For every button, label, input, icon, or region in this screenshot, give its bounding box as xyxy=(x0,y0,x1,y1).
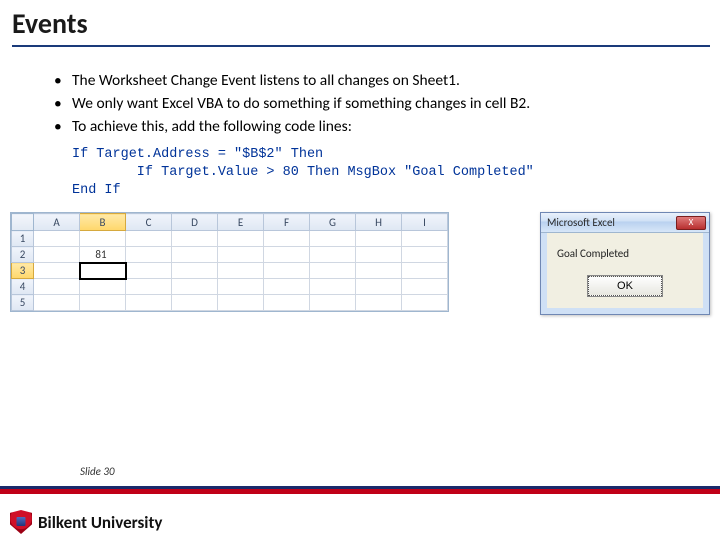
cell-a2[interactable] xyxy=(34,247,80,263)
university-name: Bilkent University xyxy=(38,512,162,533)
cell-c3[interactable] xyxy=(126,263,172,279)
bullet-item: We only want Excel VBA to do something i… xyxy=(54,94,690,115)
cell-h1[interactable] xyxy=(356,231,402,247)
cell-f1[interactable] xyxy=(264,231,310,247)
cell-c4[interactable] xyxy=(126,279,172,295)
slide-number: Slide 30 xyxy=(80,465,115,478)
cell-c2[interactable] xyxy=(126,247,172,263)
cell-a3[interactable] xyxy=(34,263,80,279)
cell-b2[interactable]: 81 xyxy=(80,247,126,263)
cell-e3[interactable] xyxy=(218,263,264,279)
cell-h5[interactable] xyxy=(356,295,402,311)
col-header-h[interactable]: H xyxy=(356,214,402,231)
logo-row: Bilkent University xyxy=(10,510,162,534)
col-header-f[interactable]: F xyxy=(264,214,310,231)
cell-g1[interactable] xyxy=(310,231,356,247)
message-box-text: Goal Completed xyxy=(557,247,693,260)
cell-e2[interactable] xyxy=(218,247,264,263)
cell-h2[interactable] xyxy=(356,247,402,263)
cell-a4[interactable] xyxy=(34,279,80,295)
cell-b3[interactable] xyxy=(80,263,126,279)
cell-d2[interactable] xyxy=(172,247,218,263)
page-title: Events xyxy=(12,6,710,41)
excel-grid: ABCDEFGHI 12 81 345 xyxy=(10,212,449,312)
col-header-g[interactable]: G xyxy=(310,214,356,231)
cell-b1[interactable] xyxy=(80,231,126,247)
col-header-b[interactable]: B xyxy=(80,214,126,231)
cell-i1[interactable] xyxy=(402,231,448,247)
code-block: If Target.Address = "$B$2" Then If Targe… xyxy=(54,140,690,209)
cell-a5[interactable] xyxy=(34,295,80,311)
cell-e5[interactable] xyxy=(218,295,264,311)
cell-d4[interactable] xyxy=(172,279,218,295)
title-underline xyxy=(12,45,710,47)
row-header-5[interactable]: 5 xyxy=(12,295,34,311)
cell-g4[interactable] xyxy=(310,279,356,295)
col-header-a[interactable]: A xyxy=(34,214,80,231)
cell-i4[interactable] xyxy=(402,279,448,295)
row-header-3[interactable]: 3 xyxy=(12,263,34,279)
cell-d3[interactable] xyxy=(172,263,218,279)
cell-c1[interactable] xyxy=(126,231,172,247)
cell-i2[interactable] xyxy=(402,247,448,263)
bullet-item: To achieve this, add the following code … xyxy=(54,117,690,138)
col-header-i[interactable]: I xyxy=(402,214,448,231)
cell-b5[interactable] xyxy=(80,295,126,311)
cell-c5[interactable] xyxy=(126,295,172,311)
col-header-e[interactable]: E xyxy=(218,214,264,231)
cell-b4[interactable] xyxy=(80,279,126,295)
cell-e4[interactable] xyxy=(218,279,264,295)
cell-g3[interactable] xyxy=(310,263,356,279)
col-header-c[interactable]: C xyxy=(126,214,172,231)
cell-f4[interactable] xyxy=(264,279,310,295)
cell-h4[interactable] xyxy=(356,279,402,295)
cell-e1[interactable] xyxy=(218,231,264,247)
row-header-2[interactable]: 2 xyxy=(12,247,34,263)
cell-i5[interactable] xyxy=(402,295,448,311)
message-box: Microsoft Excel X Goal Completed OK xyxy=(540,212,710,315)
bullet-item: The Worksheet Change Event listens to al… xyxy=(54,71,690,92)
footer-band xyxy=(0,486,720,494)
cell-d5[interactable] xyxy=(172,295,218,311)
cell-h3[interactable] xyxy=(356,263,402,279)
col-header-d[interactable]: D xyxy=(172,214,218,231)
row-header-1[interactable]: 1 xyxy=(12,231,34,247)
grid-corner[interactable] xyxy=(12,214,34,231)
cell-i3[interactable] xyxy=(402,263,448,279)
ok-button[interactable]: OK xyxy=(588,276,662,296)
cell-a1[interactable] xyxy=(34,231,80,247)
message-box-titlebar: Microsoft Excel X xyxy=(541,213,709,233)
cell-g5[interactable] xyxy=(310,295,356,311)
content-area: The Worksheet Change Event listens to al… xyxy=(0,49,720,208)
close-icon[interactable]: X xyxy=(676,216,706,230)
row-header-4[interactable]: 4 xyxy=(12,279,34,295)
shield-icon xyxy=(10,510,32,534)
cell-f5[interactable] xyxy=(264,295,310,311)
cell-d1[interactable] xyxy=(172,231,218,247)
cell-f3[interactable] xyxy=(264,263,310,279)
cell-f2[interactable] xyxy=(264,247,310,263)
bullet-list: The Worksheet Change Event listens to al… xyxy=(54,71,690,138)
cell-g2[interactable] xyxy=(310,247,356,263)
message-box-title: Microsoft Excel xyxy=(547,216,615,229)
